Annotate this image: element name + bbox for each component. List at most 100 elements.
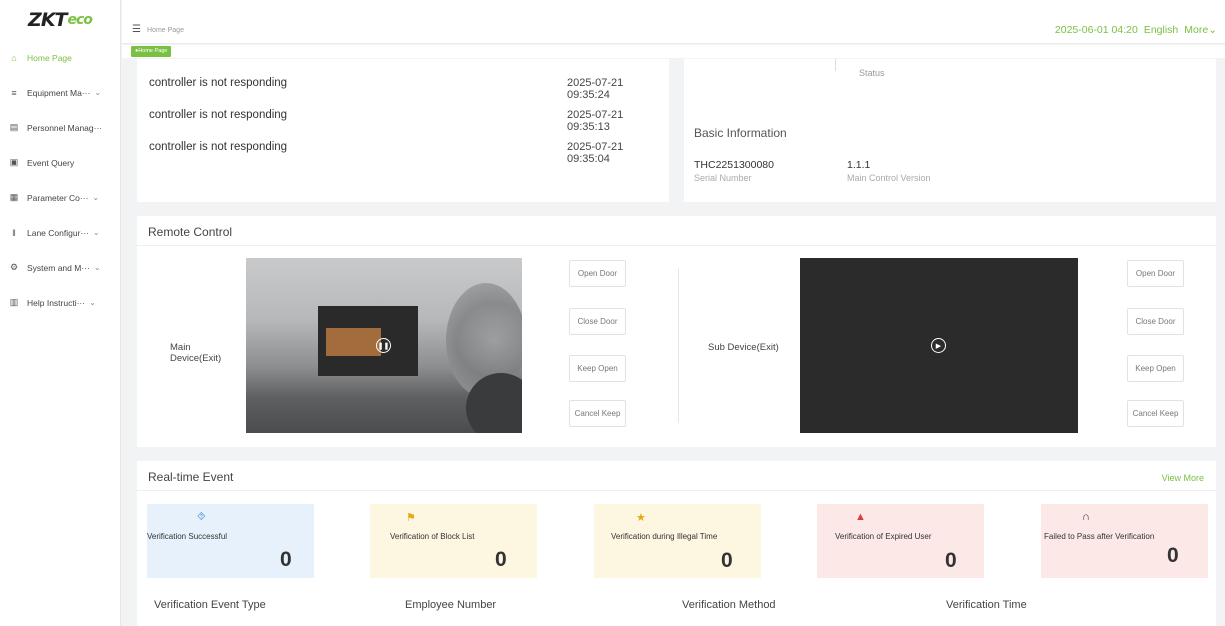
language-switch[interactable]: English (1144, 24, 1178, 36)
serial-number-value: THC2251300080 (694, 159, 774, 171)
main-close-door-button[interactable]: Close Door (569, 308, 626, 335)
event-stat-box[interactable]: ▲ Verification of Expired User 0 (817, 504, 984, 578)
tab-home-page[interactable]: ●Home Page (131, 46, 172, 57)
main-device-label: Main Device(Exit) (170, 342, 222, 364)
event-stat-box[interactable]: ⯑ Verification Successful 0 (147, 504, 314, 578)
chevron-down-icon[interactable]: ⌄ (94, 88, 101, 97)
personnel-icon: ▤ (9, 122, 19, 132)
top-bar: ☰ Home Page 2025-06-01 04:20 English Mor… (122, 0, 1225, 44)
alarm-list-card: controller is not responding 2025-07-21 … (137, 59, 669, 202)
event-stat-label: Verification of Expired User (835, 532, 932, 541)
sub-device-label: Sub Device(Exit) (708, 342, 779, 353)
sidebar-item-label: Home Page (27, 52, 72, 63)
chevron-down-icon[interactable]: ⌄ (89, 298, 96, 307)
top-right-controls: 2025-06-01 04:20 English More⌄ (1055, 24, 1217, 36)
sidebar-item[interactable]: ▥ Help Instructi··· ⌄ (0, 285, 120, 320)
realtime-event-title: Real-time Event (148, 470, 234, 484)
menu-toggle-icon[interactable]: ☰ (132, 24, 141, 35)
sub-cancel-keep-button[interactable]: Cancel Keep (1127, 400, 1184, 427)
event-stat-box[interactable]: ⚑ Verification of Block List 0 (370, 504, 537, 578)
system-icon: ⚙ (9, 262, 19, 272)
sidebar-item[interactable]: ▤ Personnel Manag··· (0, 110, 120, 145)
main-device-video[interactable]: ❚❚ (246, 258, 522, 433)
sidebar: ZKT eco ⌂ Home Page ≡ Equipment Ma··· ⌄ ▤ Perso… (0, 0, 121, 626)
logo-text: ZKT (28, 9, 67, 31)
column-header: Employee Number (405, 599, 497, 611)
status-label: Status (859, 68, 885, 78)
divider (835, 59, 836, 71)
realtime-event-card: Real-time Event View More ⯑ Verification … (137, 461, 1216, 626)
event-stat-count: 0 (945, 549, 957, 572)
serial-number-label: Serial Number (694, 173, 752, 183)
chevron-down-icon[interactable]: ⌄ (92, 193, 99, 202)
lane-icon: ‖ (12, 227, 16, 238)
sidebar-item[interactable]: ⚙ System and M··· ⌄ (0, 250, 120, 285)
more-menu[interactable]: More⌄ (1184, 24, 1217, 36)
main-control-version-label: Main Control Version (847, 173, 931, 183)
divider (678, 268, 679, 423)
basic-info-title: Basic Information (694, 126, 787, 140)
event-stat-label: Verification during Illegal Time (611, 532, 718, 541)
sidebar-item[interactable]: ▣ Event Query (0, 145, 120, 180)
alarm-message: controller is not responding (149, 109, 288, 121)
event-stat-count: 0 (1167, 544, 1179, 567)
alarm-time: 2025-07-21 09:35:24 (567, 77, 624, 101)
video-scene (326, 328, 381, 356)
column-header: Verification Method (682, 599, 776, 611)
event-stat-label: Verification of Block List (390, 532, 475, 541)
logo-accent: eco (67, 12, 93, 28)
sidebar-item[interactable]: ≡ Equipment Ma··· ⌄ (0, 75, 120, 110)
sub-device-video[interactable]: ▶ (800, 258, 1078, 433)
event-icon: ▣ (9, 157, 19, 167)
alarm-row: controller is not responding 2025-07-21 … (149, 77, 659, 101)
help-icon: ▥ (9, 297, 19, 307)
sub-close-door-button[interactable]: Close Door (1127, 308, 1184, 335)
sidebar-item[interactable]: ▦ Parameter Co··· ⌄ (0, 180, 120, 215)
event-stat-label: Failed to Pass after Verification (1044, 532, 1155, 541)
divider (137, 490, 1216, 491)
sidebar-item-label: Parameter Co··· (27, 192, 89, 203)
sidebar-item[interactable]: ‖ Lane Configur··· ⌄ (0, 215, 120, 250)
main-keep-open-button[interactable]: Keep Open (569, 355, 626, 382)
remote-control-title: Remote Control (148, 225, 233, 239)
main-open-door-button[interactable]: Open Door (569, 260, 626, 287)
parameter-icon: ▦ (9, 192, 19, 202)
alarm-row: controller is not responding 2025-07-21 … (149, 141, 659, 165)
pause-icon[interactable]: ❚❚ (376, 338, 391, 353)
sidebar-item-label: Personnel Manag··· (27, 122, 103, 133)
expired-user-icon: ▲ (855, 511, 866, 523)
zkteco-logo: ZKT eco (0, 0, 120, 40)
alarm-message: controller is not responding (149, 77, 288, 89)
tab-bar: ●Home Page (122, 45, 1225, 58)
sidebar-item-label: Event Query (27, 157, 75, 168)
alarm-message: controller is not responding (149, 141, 288, 153)
sub-keep-open-button[interactable]: Keep Open (1127, 355, 1184, 382)
column-header: Verification Time (946, 599, 1027, 611)
sidebar-item[interactable]: ⌂ Home Page (0, 40, 120, 75)
sidebar-item-label: Lane Configur··· (27, 227, 89, 238)
play-icon[interactable]: ▶ (931, 338, 946, 353)
column-header: Verification Event Type (154, 599, 266, 611)
illegal-time-icon: ★ (636, 512, 646, 524)
shield-check-icon: ⯑ (197, 511, 206, 523)
event-stat-count: 0 (721, 549, 733, 572)
chevron-down-icon[interactable]: ⌄ (93, 228, 100, 237)
main-control-version-value: 1.1.1 (847, 159, 871, 171)
event-stat-box[interactable]: ★ Verification during Illegal Time 0 (594, 504, 761, 578)
sub-open-door-button[interactable]: Open Door (1127, 260, 1184, 287)
alarm-row: controller is not responding 2025-07-21 … (149, 109, 659, 133)
sidebar-item-label: System and M··· (27, 262, 90, 273)
event-stat-label: Verification Successful (147, 532, 228, 541)
equipment-icon: ≡ (11, 87, 17, 98)
main-cancel-keep-button[interactable]: Cancel Keep (569, 400, 626, 427)
view-more-link[interactable]: View More (1162, 473, 1204, 483)
block-list-icon: ⚑ (406, 512, 416, 524)
chevron-down-icon[interactable]: ⌄ (94, 263, 101, 272)
breadcrumb: Home Page (147, 27, 184, 34)
datetime: 2025-06-01 04:20 (1054, 24, 1138, 36)
home-icon: ⌂ (11, 52, 17, 63)
event-stat-box[interactable]: ∩ Failed to Pass after Verification 0 (1041, 504, 1208, 578)
alarm-time: 2025-07-21 09:35:04 (567, 141, 624, 165)
event-stat-count: 0 (495, 548, 507, 571)
divider (137, 245, 1216, 246)
